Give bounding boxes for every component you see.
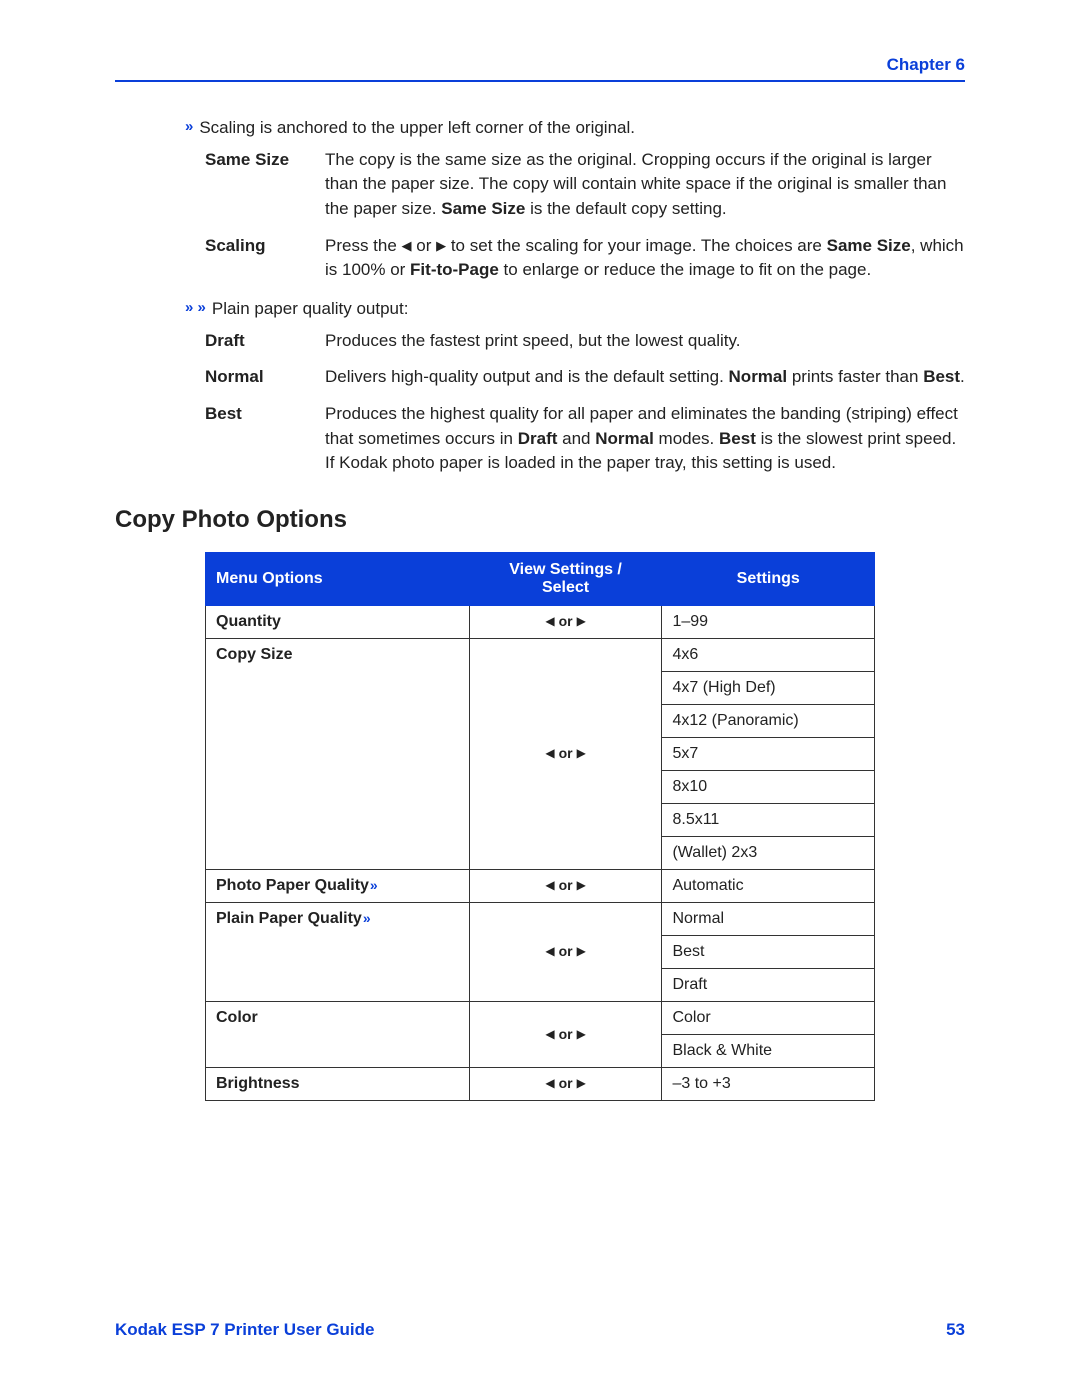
setting-value: 8x10 <box>662 771 875 804</box>
setting-value: –3 to +3 <box>662 1068 875 1101</box>
option-label: Color <box>206 1002 470 1068</box>
desc-draft: Produces the fastest print speed, but th… <box>325 329 965 354</box>
term-normal: Normal <box>205 365 325 390</box>
th-view-settings: View Settings /Select <box>469 553 662 606</box>
desc-normal: Delivers high-quality output and is the … <box>325 365 965 390</box>
footer-guide-title: Kodak ESP 7 Printer User Guide <box>115 1320 375 1340</box>
table-row: Copy Size◀or▶4x6 <box>206 639 875 672</box>
chevron-icon: » <box>370 877 378 893</box>
th-settings: Settings <box>662 553 875 606</box>
th-menu-options: Menu Options <box>206 553 470 606</box>
arrow-selector: ◀or▶ <box>469 639 662 870</box>
right-triangle-icon: ▶ <box>436 237 446 256</box>
def-scaling: Scaling Press the ◀ or ▶ to set the scal… <box>205 234 965 283</box>
definitions-scaling: Same Size The copy is the same size as t… <box>205 148 965 283</box>
double-chevron-icon: » <box>185 116 193 137</box>
setting-value: (Wallet) 2x3 <box>662 837 875 870</box>
arrow-selector: ◀or▶ <box>469 1002 662 1068</box>
footnote-plain: » » Plain paper quality output: <box>185 297 965 321</box>
setting-value: Draft <box>662 969 875 1002</box>
desc-same-size: The copy is the same size as the origina… <box>325 148 965 222</box>
setting-value: 4x7 (High Def) <box>662 672 875 705</box>
footnote-plain-text: Plain paper quality output: <box>212 297 409 321</box>
chapter-label: Chapter 6 <box>887 55 965 75</box>
option-label: Copy Size <box>206 639 470 870</box>
setting-value: Automatic <box>662 870 875 903</box>
section-heading: Copy Photo Options <box>115 506 965 534</box>
table-row: Plain Paper Quality»◀or▶Normal <box>206 903 875 936</box>
setting-value: 8.5x11 <box>662 804 875 837</box>
def-same-size: Same Size The copy is the same size as t… <box>205 148 965 222</box>
def-draft: Draft Produces the fastest print speed, … <box>205 329 965 354</box>
left-triangle-icon: ◀ <box>402 237 412 256</box>
definitions-quality: Draft Produces the fastest print speed, … <box>205 329 965 476</box>
table-row: Brightness◀or▶–3 to +3 <box>206 1068 875 1101</box>
desc-scaling: Press the ◀ or ▶ to set the scaling for … <box>325 234 965 283</box>
footnote-scaling-text: Scaling is anchored to the upper left co… <box>199 116 635 140</box>
table-row: Quantity◀or▶1–99 <box>206 606 875 639</box>
setting-value: Best <box>662 936 875 969</box>
desc-best: Produces the highest quality for all pap… <box>325 402 965 476</box>
term-best: Best <box>205 402 325 427</box>
page-content: » Scaling is anchored to the upper left … <box>115 110 965 1101</box>
double-double-chevron-icon: » » <box>185 297 206 318</box>
table-row: Color◀or▶Color <box>206 1002 875 1035</box>
def-normal: Normal Delivers high-quality output and … <box>205 365 965 390</box>
chevron-icon: » <box>363 910 371 926</box>
footer-page-number: 53 <box>946 1320 965 1340</box>
header-divider <box>115 80 965 82</box>
table-header-row: Menu Options View Settings /Select Setti… <box>206 553 875 606</box>
option-label: Photo Paper Quality» <box>206 870 470 903</box>
option-label: Plain Paper Quality» <box>206 903 470 1002</box>
term-draft: Draft <box>205 329 325 354</box>
copy-photo-options-table: Menu Options View Settings /Select Setti… <box>205 552 875 1101</box>
term-same-size: Same Size <box>205 148 325 173</box>
def-best: Best Produces the highest quality for al… <box>205 402 965 476</box>
arrow-selector: ◀or▶ <box>469 870 662 903</box>
setting-value: Normal <box>662 903 875 936</box>
setting-value: 5x7 <box>662 738 875 771</box>
option-label: Brightness <box>206 1068 470 1101</box>
setting-value: 4x12 (Panoramic) <box>662 705 875 738</box>
setting-value: Black & White <box>662 1035 875 1068</box>
footnote-scaling: » Scaling is anchored to the upper left … <box>185 116 965 140</box>
arrow-selector: ◀or▶ <box>469 903 662 1002</box>
table-row: Photo Paper Quality»◀or▶Automatic <box>206 870 875 903</box>
arrow-selector: ◀or▶ <box>469 1068 662 1101</box>
term-scaling: Scaling <box>205 234 325 259</box>
option-label: Quantity <box>206 606 470 639</box>
setting-value: 4x6 <box>662 639 875 672</box>
setting-value: Color <box>662 1002 875 1035</box>
setting-value: 1–99 <box>662 606 875 639</box>
page-footer: Kodak ESP 7 Printer User Guide 53 <box>115 1320 965 1340</box>
arrow-selector: ◀or▶ <box>469 606 662 639</box>
